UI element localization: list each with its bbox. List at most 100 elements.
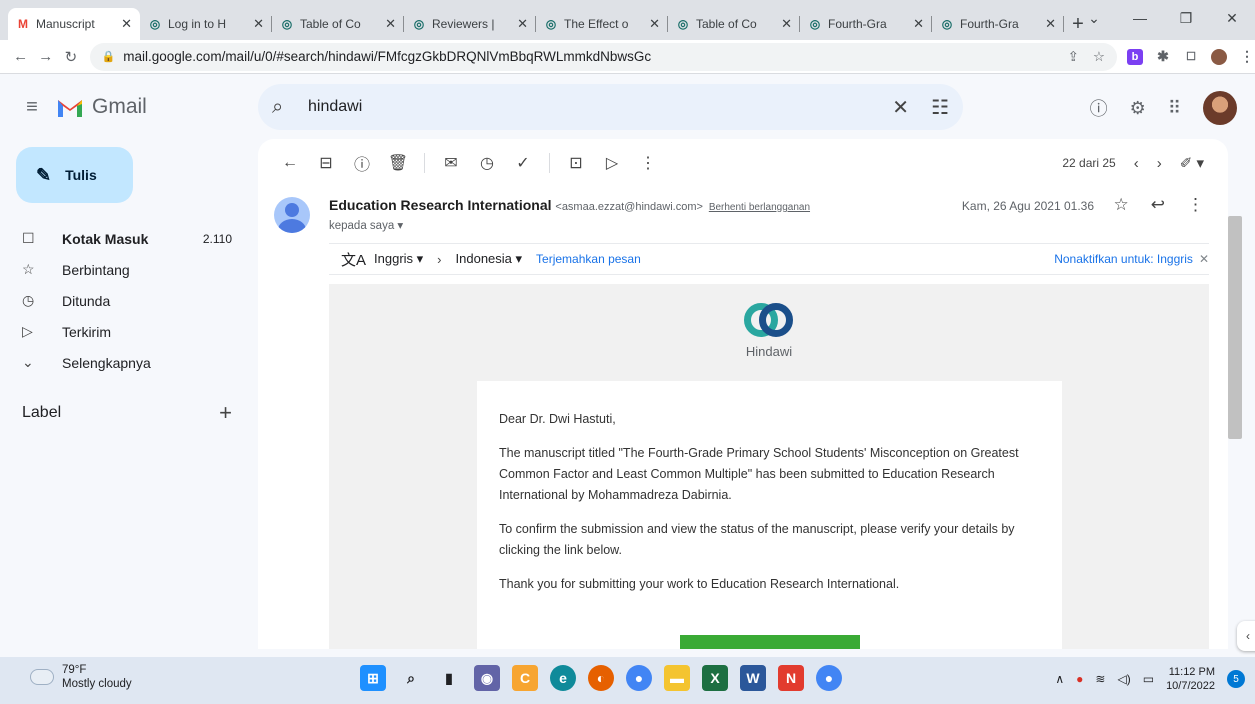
volume-icon[interactable]: ◁)	[1117, 672, 1130, 686]
security-icon[interactable]: ●	[1076, 672, 1083, 686]
browser-tab[interactable]: ◎ Table of Co ✕	[668, 8, 800, 40]
target-language-select[interactable]: Indonesia ▾	[456, 251, 523, 267]
sidebar-item-terkirim[interactable]: ▷ Terkirim	[0, 316, 258, 347]
tab-search-icon[interactable]: ⌄	[1071, 0, 1117, 36]
app-orange-icon[interactable]: C	[512, 665, 538, 691]
chrome-profile-icon[interactable]: ●	[816, 665, 842, 691]
excel-icon[interactable]: X	[702, 665, 728, 691]
browser-tab[interactable]: ◎ Fourth-Gra ✕	[932, 8, 1064, 40]
older-chevron-icon[interactable]: ›	[1157, 155, 1162, 172]
verify-button[interactable]	[680, 635, 860, 649]
clock[interactable]: 11:12 PM 10/7/2022	[1166, 665, 1215, 693]
source-language-select[interactable]: Inggris ▾	[374, 251, 423, 267]
compose-button[interactable]: ✎ Tulis	[16, 147, 133, 203]
main-menu-icon[interactable]: ≡	[8, 96, 56, 119]
gmail-logo[interactable]: Gmail	[56, 95, 256, 119]
close-tab-icon[interactable]: ✕	[1045, 16, 1056, 32]
pdf-reader-icon[interactable]: N	[778, 665, 804, 691]
forward-icon[interactable]: →	[33, 44, 58, 70]
taskbar-search-icon[interactable]: ⌕	[398, 665, 424, 691]
notification-badge[interactable]: 5	[1227, 670, 1245, 688]
add-task-icon[interactable]: ✓	[505, 153, 541, 173]
browser-tab[interactable]: ◎ Log in to H ✕	[140, 8, 272, 40]
browser-tab[interactable]: ◎ The Effect o ✕	[536, 8, 668, 40]
close-tab-icon[interactable]: ✕	[781, 16, 792, 32]
teams-chat-icon[interactable]: ◉	[474, 665, 500, 691]
clear-search-icon[interactable]: ✕	[892, 95, 909, 120]
profile-avatar-icon[interactable]	[1211, 48, 1228, 65]
search-input[interactable]: hindawi	[308, 98, 870, 116]
reply-icon[interactable]: ↩	[1151, 195, 1165, 215]
search-icon[interactable]: ⌕	[272, 96, 308, 119]
mark-unread-icon[interactable]: ✉	[433, 153, 469, 173]
edge-icon[interactable]: e	[550, 665, 576, 691]
close-window-button[interactable]: ✕	[1209, 0, 1255, 36]
sidebar-item-ditunda[interactable]: ◷ Ditunda	[0, 285, 258, 316]
search-bar[interactable]: ⌕ hindawi ✕ ☷	[258, 84, 963, 130]
extension-b-icon[interactable]: b	[1127, 48, 1144, 65]
task-view-icon[interactable]: ▮	[436, 665, 462, 691]
close-tab-icon[interactable]: ✕	[913, 16, 924, 32]
bookmark-star-icon[interactable]: ☆	[1093, 49, 1105, 65]
sidebar-item-berbintang[interactable]: ☆ Berbintang	[0, 254, 258, 285]
message-date: Kam, 26 Agu 2021 01.36	[961, 199, 1094, 213]
translate-message-link[interactable]: Terjemahkan pesan	[536, 252, 641, 266]
file-explorer-icon[interactable]: ▬	[664, 665, 690, 691]
firefox-icon[interactable]: ◐	[588, 665, 614, 691]
close-tab-icon[interactable]: ✕	[253, 16, 264, 32]
message-more-icon[interactable]: ⋮	[1187, 195, 1204, 215]
wifi-icon[interactable]: ≋	[1095, 672, 1105, 686]
minimize-button[interactable]: —	[1117, 0, 1163, 36]
gmail-m-icon	[58, 100, 82, 117]
sender-avatar[interactable]	[274, 197, 310, 233]
back-to-search-icon[interactable]: ←	[272, 154, 308, 172]
delete-icon[interactable]: 🗑	[380, 153, 416, 173]
report-spam-icon[interactable]: ⓘ	[344, 151, 380, 175]
extensions-puzzle-icon[interactable]: ✱	[1155, 48, 1171, 65]
close-tab-icon[interactable]: ✕	[385, 16, 396, 32]
unsubscribe-link[interactable]: Berhenti berlangganan	[709, 202, 810, 213]
search-options-icon[interactable]: ☷	[931, 95, 949, 120]
star-message-icon[interactable]: ☆	[1114, 195, 1129, 215]
sidebar-item-kotak-masuk[interactable]: ☐ Kotak Masuk 2.110	[0, 223, 258, 254]
side-panel-icon[interactable]: ☐	[1183, 49, 1199, 65]
share-icon[interactable]: ⇪	[1068, 49, 1079, 65]
archive-icon[interactable]: ⊟	[308, 153, 344, 173]
address-bar[interactable]: 🔒 mail.google.com/mail/u/0/#search/hinda…	[89, 42, 1118, 71]
sidebar-item-selengkapnya[interactable]: ⌄ Selengkapnya	[0, 347, 258, 378]
sender-name[interactable]: Education Research International	[329, 197, 552, 213]
chrome-icon[interactable]: ●	[626, 665, 652, 691]
browser-menu-icon[interactable]: ⋮	[1239, 48, 1255, 65]
move-to-icon[interactable]: ⊡	[558, 153, 594, 173]
disable-translate-link[interactable]: Nonaktifkan untuk: Inggris	[1054, 252, 1193, 266]
restore-button[interactable]: ❐	[1163, 0, 1209, 36]
weather-widget[interactable]: 79°F Mostly cloudy	[27, 663, 132, 691]
close-tab-icon[interactable]: ✕	[517, 16, 528, 32]
apps-grid-icon[interactable]: ⠿	[1168, 98, 1181, 119]
reload-icon[interactable]: ↻	[58, 44, 83, 70]
help-icon[interactable]: ⓘ	[1090, 95, 1108, 121]
page-scrollbar[interactable]	[1228, 216, 1242, 439]
browser-tab[interactable]: ◎ Table of Co ✕	[272, 8, 404, 40]
browser-tab[interactable]: ◎ Fourth-Gra ✕	[800, 8, 932, 40]
word-icon[interactable]: W	[740, 665, 766, 691]
recipient-details[interactable]: kepada saya ▾	[329, 218, 403, 232]
browser-tab[interactable]: M Manuscript ✕	[8, 8, 140, 40]
close-translate-icon[interactable]: ✕	[1199, 252, 1209, 266]
snooze-icon[interactable]: ◷	[469, 153, 505, 173]
close-tab-icon[interactable]: ✕	[649, 16, 660, 32]
account-avatar[interactable]	[1203, 91, 1237, 125]
battery-icon[interactable]: ▭	[1143, 672, 1154, 686]
newer-chevron-icon[interactable]: ‹	[1134, 155, 1139, 172]
more-options-icon[interactable]: ⋮	[630, 153, 666, 173]
browser-tab[interactable]: ◎ Reviewers | ✕	[404, 8, 536, 40]
close-tab-icon[interactable]: ✕	[121, 16, 132, 32]
side-panel-toggle-icon[interactable]: ‹	[1237, 621, 1255, 651]
windows-start-icon[interactable]: ⊞	[360, 665, 386, 691]
back-icon[interactable]: ←	[8, 44, 33, 70]
create-label-icon[interactable]: +	[219, 400, 232, 426]
show-hidden-icons-icon[interactable]: ∧	[1055, 672, 1064, 686]
settings-gear-icon[interactable]: ⚙	[1130, 98, 1146, 119]
input-tools-icon[interactable]: ✐ ▾	[1180, 154, 1204, 172]
label-icon[interactable]: ▷	[594, 153, 630, 173]
